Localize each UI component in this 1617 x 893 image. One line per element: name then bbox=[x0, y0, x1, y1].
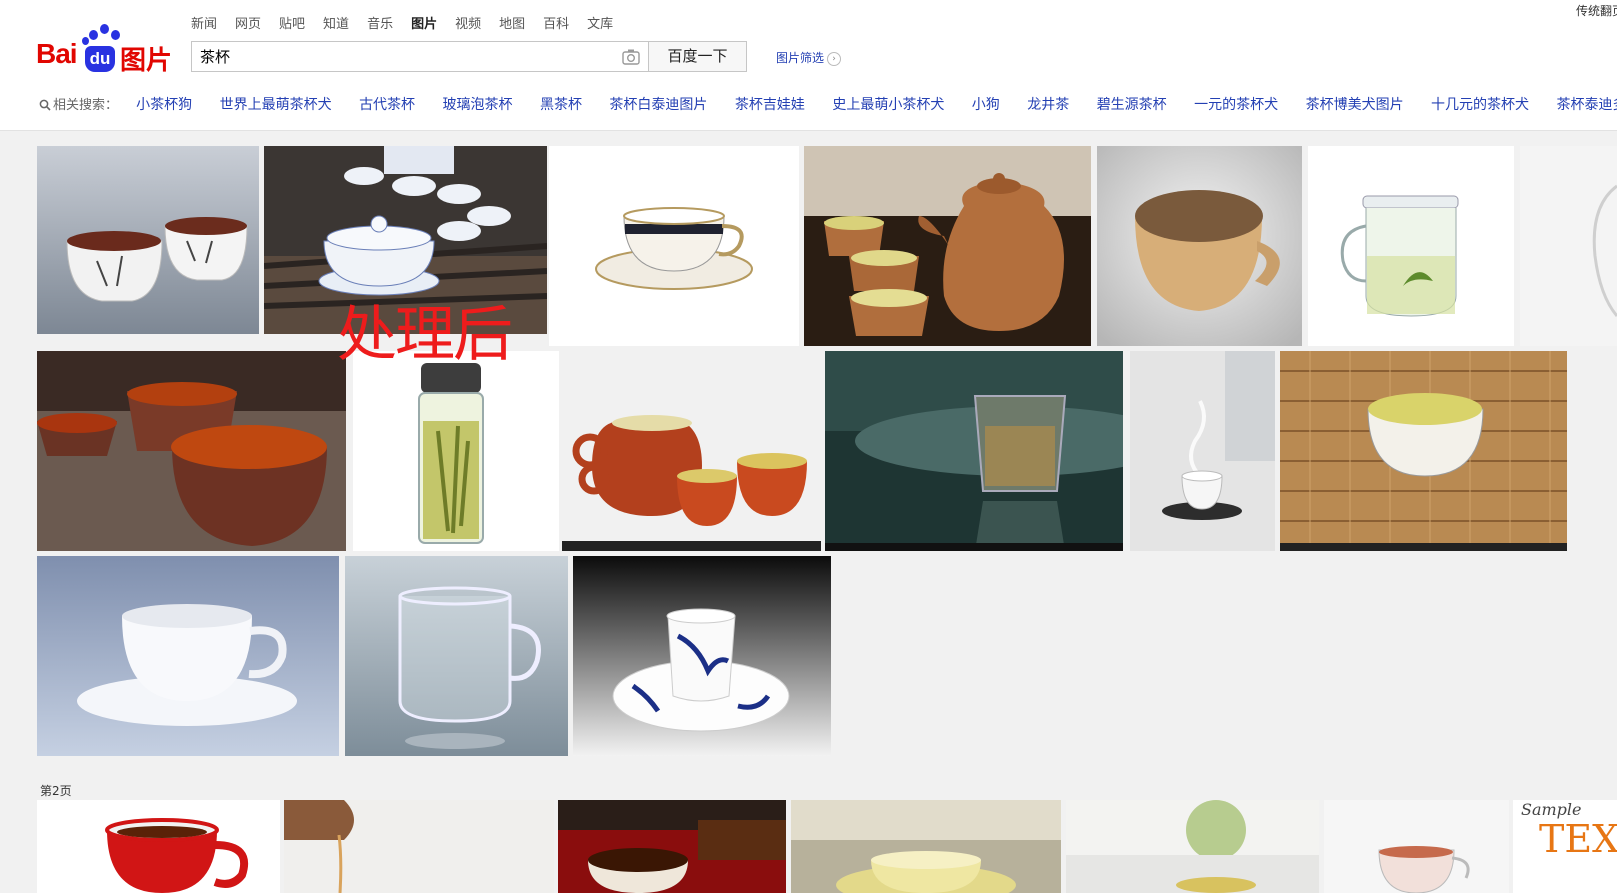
related-item[interactable]: 茶杯博美犬图片 bbox=[1306, 97, 1404, 113]
image-result[interactable] bbox=[37, 351, 346, 551]
image-result[interactable] bbox=[1130, 351, 1275, 551]
logo-du: du bbox=[85, 46, 115, 72]
image-filter-link[interactable]: 图片筛选 › bbox=[776, 49, 842, 66]
logo-bai: Bai bbox=[36, 38, 78, 69]
related-item[interactable]: 十几元的茶杯犬 bbox=[1431, 97, 1529, 113]
image-result[interactable]: Sample TEX bbox=[1513, 800, 1617, 893]
related-item[interactable]: 古代茶杯 bbox=[359, 97, 415, 113]
image-result[interactable] bbox=[791, 800, 1061, 893]
nav-item-music[interactable]: 音乐 bbox=[367, 16, 393, 34]
search-box bbox=[191, 41, 649, 72]
nav-item-images[interactable]: 图片 bbox=[411, 16, 437, 34]
image-result[interactable] bbox=[1308, 146, 1514, 346]
nav-item-map[interactable]: 地图 bbox=[499, 16, 525, 34]
related-searches: 相关搜索： 小茶杯狗 世界上最萌茶杯犬 古代茶杯 玻璃泡茶杯 黑茶杯 茶杯白泰迪… bbox=[39, 94, 1617, 114]
related-item[interactable]: 茶杯吉娃娃 bbox=[735, 97, 805, 113]
nav-item-wenku[interactable]: 文库 bbox=[587, 16, 613, 34]
image-result[interactable] bbox=[353, 351, 559, 551]
nav-item-web[interactable]: 网页 bbox=[235, 16, 261, 34]
nav-item-video[interactable]: 视频 bbox=[455, 16, 481, 34]
image-filter-label: 图片筛选 bbox=[776, 51, 825, 65]
nav-item-zhidao[interactable]: 知道 bbox=[323, 16, 349, 34]
page-2-label: 第2页 bbox=[40, 784, 72, 798]
image-result[interactable] bbox=[284, 800, 554, 893]
header: Bai du 图片 新闻 网页 贴吧 知道 音乐 图片 视频 地图 百科 文库 … bbox=[0, 0, 1617, 131]
image-result[interactable] bbox=[1280, 351, 1567, 551]
related-item[interactable]: 史上最萌小茶杯犬 bbox=[832, 97, 944, 113]
search-icon bbox=[39, 99, 51, 111]
related-item[interactable]: 龙井茶 bbox=[1027, 97, 1069, 113]
image-result[interactable] bbox=[1520, 146, 1617, 346]
nav-item-baike[interactable]: 百科 bbox=[543, 16, 569, 34]
chevron-right-icon: › bbox=[827, 51, 842, 66]
image-result[interactable] bbox=[345, 556, 568, 756]
related-item[interactable]: 茶杯白泰迪图片 bbox=[609, 97, 707, 113]
traditional-paging-link[interactable]: 传统翻页 bbox=[1576, 2, 1617, 19]
related-item[interactable]: 世界上最萌茶杯犬 bbox=[220, 97, 332, 113]
image-result[interactable] bbox=[1324, 800, 1509, 893]
image-result[interactable] bbox=[1066, 800, 1319, 893]
nav-item-news[interactable]: 新闻 bbox=[191, 16, 217, 34]
image-result[interactable] bbox=[825, 351, 1123, 551]
image-result[interactable] bbox=[562, 351, 821, 551]
camera-icon[interactable] bbox=[622, 48, 640, 65]
image-result[interactable] bbox=[573, 556, 831, 756]
image-result[interactable] bbox=[1097, 146, 1302, 346]
related-label: 相关搜索： bbox=[53, 98, 119, 113]
related-item[interactable]: 一元的茶杯犬 bbox=[1194, 97, 1278, 113]
image-result[interactable] bbox=[37, 800, 280, 893]
top-nav: 新闻 网页 贴吧 知道 音乐 图片 视频 地图 百科 文库 bbox=[191, 16, 631, 34]
image-result[interactable] bbox=[37, 146, 259, 334]
nav-item-tieba[interactable]: 贴吧 bbox=[279, 16, 305, 34]
image-result[interactable] bbox=[558, 800, 786, 893]
image-result[interactable] bbox=[549, 146, 799, 346]
baidu-image-logo[interactable]: Bai du 图片 bbox=[36, 22, 178, 75]
svg-text:TEX: TEX bbox=[1539, 817, 1617, 861]
search-input[interactable] bbox=[192, 42, 608, 71]
related-item[interactable]: 茶杯泰迪多少元 bbox=[1557, 97, 1617, 113]
related-label-wrap: 相关搜索： bbox=[39, 98, 122, 113]
related-item[interactable]: 玻璃泡茶杯 bbox=[443, 97, 513, 113]
search-button[interactable]: 百度一下 bbox=[648, 41, 747, 72]
image-result[interactable] bbox=[804, 146, 1091, 346]
logo-tupian: 图片 bbox=[120, 45, 173, 75]
related-item[interactable]: 黑茶杯 bbox=[540, 97, 582, 113]
related-item[interactable]: 碧生源茶杯 bbox=[1097, 97, 1167, 113]
overlay-annotation: 处理后 bbox=[337, 300, 513, 370]
image-result[interactable] bbox=[37, 556, 339, 756]
related-item[interactable]: 小茶杯狗 bbox=[136, 97, 192, 113]
related-item[interactable]: 小狗 bbox=[972, 97, 1000, 113]
